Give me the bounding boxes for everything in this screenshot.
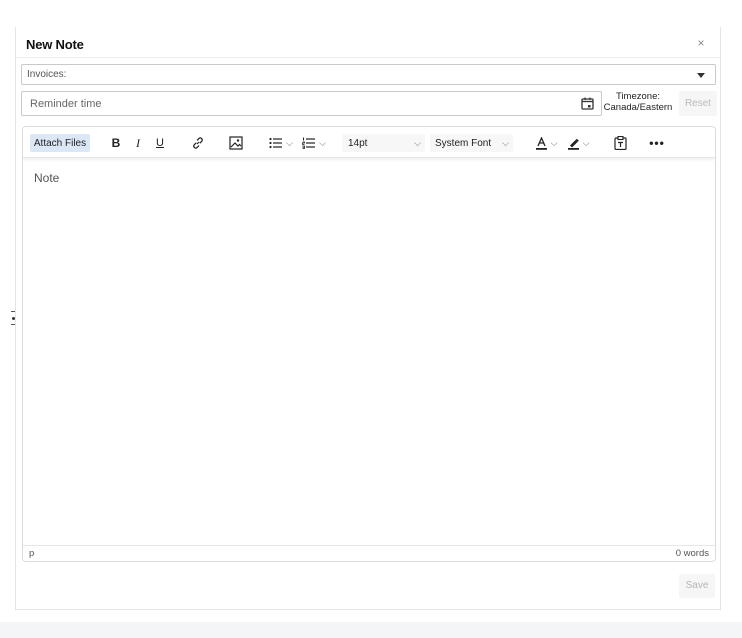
editor-toolbar: Attach Files B I U ⌵ ⌵ 14pt ⌵ System Fon… <box>23 127 715 158</box>
element-path[interactable]: p <box>29 548 34 559</box>
timezone-value: Canada/Eastern <box>603 102 673 113</box>
chevron-down-icon: ⌵ <box>502 137 509 148</box>
chevron-down-icon: ⌵ <box>550 137 558 148</box>
attach-files-button[interactable]: Attach Files <box>30 134 90 152</box>
dialog-title: New Note <box>26 37 84 52</box>
reminder-time-input[interactable] <box>22 92 562 115</box>
invoices-select[interactable]: Invoices: <box>21 64 716 85</box>
highlight-color-icon <box>567 137 580 150</box>
note-body[interactable]: Note <box>23 158 715 545</box>
font-size-select[interactable]: 14pt ⌵ <box>342 134 425 152</box>
editor-statusbar: p 0 words <box>23 545 715 561</box>
bold-button[interactable]: B <box>110 134 122 152</box>
chevron-down-icon: ⌵ <box>582 137 590 148</box>
page-footer-strip <box>0 622 742 638</box>
note-editor: Attach Files B I U ⌵ ⌵ 14pt ⌵ System Fon… <box>22 126 716 562</box>
italic-button[interactable]: I <box>132 134 144 152</box>
reset-button[interactable]: Reset <box>679 91 717 116</box>
timezone-display: Timezone: Canada/Eastern <box>602 91 674 113</box>
underline-button[interactable]: U <box>154 134 166 152</box>
numbered-list-button[interactable]: ⌵ <box>299 134 329 152</box>
image-icon[interactable] <box>228 134 244 152</box>
paste-text-icon[interactable] <box>612 134 628 152</box>
chevron-down-icon: ⌵ <box>319 137 326 148</box>
close-icon[interactable]: × <box>694 36 708 50</box>
text-color-icon <box>535 136 548 150</box>
font-family-select[interactable]: System Font ⌵ <box>430 134 513 152</box>
numbered-list-icon <box>302 137 316 149</box>
bullet-list-button[interactable]: ⌵ <box>266 134 296 152</box>
reminder-time-field <box>21 91 602 116</box>
title-divider <box>16 57 720 58</box>
invoices-label: Invoices: <box>27 69 67 80</box>
new-note-dialog: New Note × Invoices: Timezone: Canada/Ea… <box>15 27 721 610</box>
highlight-color-button[interactable]: ⌵ <box>564 134 592 152</box>
note-placeholder: Note <box>34 171 60 185</box>
chevron-down-icon: ⌵ <box>414 137 421 148</box>
more-icon[interactable]: ••• <box>649 134 665 152</box>
font-size-value: 14pt <box>348 137 368 149</box>
timezone-label: Timezone: <box>616 91 660 102</box>
calendar-icon[interactable] <box>581 97 594 110</box>
save-button[interactable]: Save <box>679 574 715 598</box>
chevron-down-icon: ⌵ <box>286 137 293 148</box>
caret-down-icon <box>697 73 705 78</box>
link-icon[interactable] <box>190 134 206 152</box>
word-count[interactable]: 0 words <box>676 548 709 559</box>
font-family-value: System Font <box>435 137 492 149</box>
text-color-button[interactable]: ⌵ <box>532 134 560 152</box>
bullet-list-icon <box>269 137 283 149</box>
